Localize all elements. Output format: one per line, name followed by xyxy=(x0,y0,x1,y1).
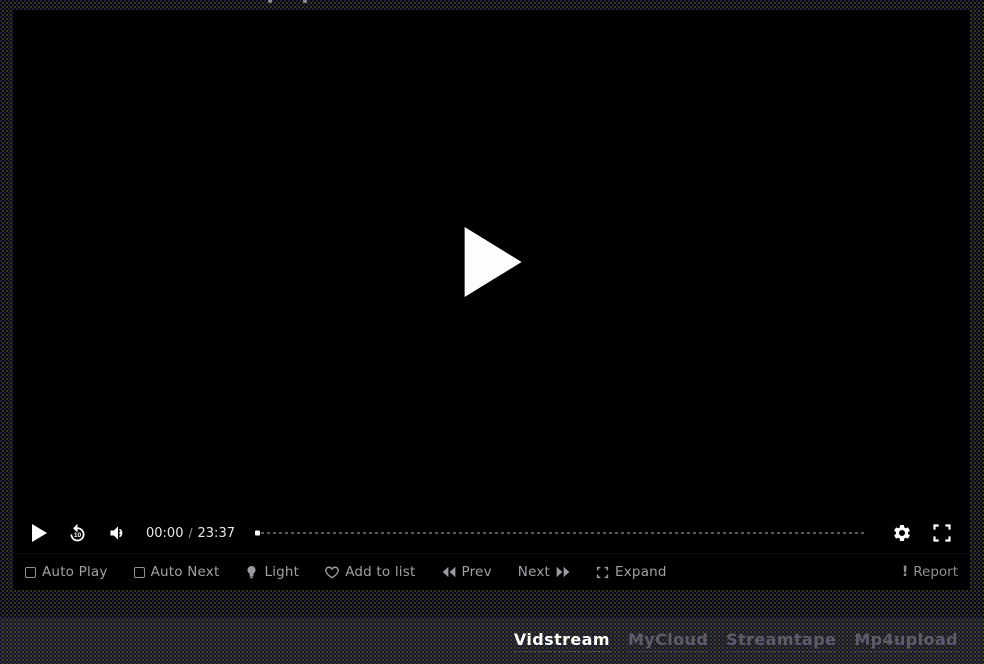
video-area[interactable] xyxy=(13,10,970,513)
player-toolbar: Auto Play Auto Next Light Add to list xyxy=(13,553,970,590)
fullscreen-button[interactable] xyxy=(926,523,958,543)
play-button[interactable] xyxy=(25,524,53,542)
double-left-arrows-icon xyxy=(442,566,456,578)
rewind-10-button[interactable]: 10 xyxy=(61,523,94,544)
double-right-arrows-icon xyxy=(556,566,570,578)
volume-icon xyxy=(108,523,128,543)
server-list: Vidstream MyCloud Streamtape Mp4upload xyxy=(0,617,984,664)
auto-next-toggle[interactable]: Auto Next xyxy=(134,564,220,580)
expand-button[interactable]: Expand xyxy=(596,564,667,580)
auto-play-label: Auto Play xyxy=(42,564,108,580)
report-label: Report xyxy=(913,564,958,580)
gear-icon xyxy=(892,523,912,543)
video-player-page: { "player": { "controls": { "current_tim… xyxy=(0,0,984,664)
current-time: 00:00 xyxy=(146,526,183,541)
server-link-mycloud[interactable]: MyCloud xyxy=(628,630,708,652)
volume-button[interactable] xyxy=(102,523,134,543)
expand-label: Expand xyxy=(615,564,667,580)
heart-icon xyxy=(325,566,339,579)
prev-episode-button[interactable]: Prev xyxy=(442,564,492,580)
time-display: 00:00 / 23:37 xyxy=(146,526,235,541)
add-to-list-button[interactable]: Add to list xyxy=(325,564,415,580)
player-control-bar: 10 00:00 / 23:37 xyxy=(13,513,970,553)
light-toggle[interactable]: Light xyxy=(245,564,299,580)
auto-play-toggle[interactable]: Auto Play xyxy=(25,564,108,580)
video-player: 10 00:00 / 23:37 xyxy=(13,10,970,590)
play-icon xyxy=(31,524,47,542)
add-to-list-label: Add to list xyxy=(345,564,415,580)
next-episode-button[interactable]: Next xyxy=(518,564,570,580)
svg-text:10: 10 xyxy=(74,532,82,539)
settings-button[interactable] xyxy=(886,523,918,543)
exclamation-icon: ! xyxy=(902,565,908,579)
fullscreen-icon xyxy=(932,523,952,543)
prev-label: Prev xyxy=(462,564,492,580)
checkbox-icon[interactable] xyxy=(134,567,145,578)
progress-bar[interactable] xyxy=(255,526,864,540)
server-link-mp4upload[interactable]: Mp4upload xyxy=(854,630,958,652)
lightbulb-icon xyxy=(245,565,258,579)
progress-track xyxy=(255,532,864,534)
rewind-10-icon: 10 xyxy=(67,523,88,544)
duration: 23:37 xyxy=(198,526,235,541)
server-link-vidstream[interactable]: Vidstream xyxy=(514,630,610,652)
playhead-dot[interactable] xyxy=(255,531,260,536)
time-separator: / xyxy=(188,526,192,540)
checkbox-icon[interactable] xyxy=(25,567,36,578)
big-play-button[interactable] xyxy=(464,227,521,297)
light-label: Light xyxy=(264,564,299,580)
server-link-streamtape[interactable]: Streamtape xyxy=(726,630,836,652)
cutoff-text-fragment xyxy=(268,0,272,3)
expand-icon xyxy=(596,566,609,579)
auto-next-label: Auto Next xyxy=(151,564,220,580)
next-label: Next xyxy=(518,564,550,580)
report-button[interactable]: ! Report xyxy=(902,564,958,580)
cutoff-text-fragment xyxy=(303,0,307,3)
